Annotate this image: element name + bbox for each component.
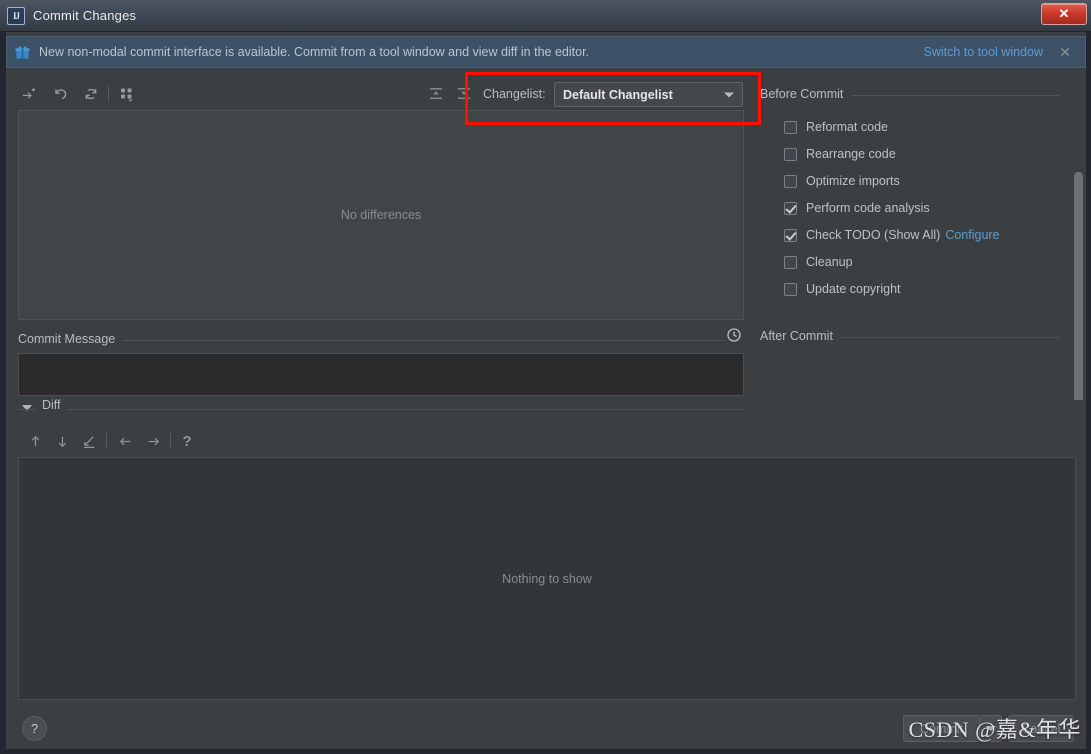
checkbox-rearrange-code[interactable]: Rearrange code [784, 147, 896, 161]
cancel-button[interactable]: Cancel [1008, 715, 1074, 742]
checkbox-box[interactable] [784, 228, 797, 242]
diff-toolbar-separator-1 [106, 433, 107, 449]
notification-close-icon[interactable]: ✕ [1059, 45, 1071, 59]
nothing-to-show-text: Nothing to show [502, 571, 592, 586]
checkbox-box[interactable] [784, 174, 797, 188]
commit-changes-dialog: IJ Commit Changes ✕ New non-modal commit… [0, 0, 1091, 754]
window-title: Commit Changes [33, 8, 137, 23]
checkbox-cleanup[interactable]: Cleanup [784, 255, 853, 269]
diff-divider [18, 409, 744, 410]
next-change-icon[interactable] [142, 430, 164, 452]
next-difference-icon[interactable] [51, 430, 73, 452]
checkbox-update-copyright[interactable]: Update copyright [784, 282, 901, 296]
chevron-down-icon [724, 92, 734, 97]
diff-toolbar-separator-2 [170, 433, 171, 449]
checkbox-label: Optimize imports [806, 174, 900, 188]
checkbox-label: Check TODO (Show All) [806, 228, 941, 242]
help-button[interactable]: ? [22, 716, 47, 741]
no-differences-text: No differences [340, 208, 422, 222]
notification-banner: New non-modal commit interface is availa… [6, 36, 1086, 68]
commit-message-header: Commit Message [18, 327, 744, 348]
window-title-bar: IJ Commit Changes ✕ [0, 0, 1091, 32]
commit-button[interactable]: Commit [903, 715, 980, 742]
show-diff-icon[interactable] [18, 83, 40, 105]
checkbox-box[interactable] [784, 201, 797, 215]
expand-all-icon[interactable] [425, 83, 447, 105]
edit-source-icon[interactable] [78, 430, 100, 452]
gift-icon [15, 45, 30, 60]
checkbox-label: Rearrange code [806, 147, 896, 161]
revert-icon[interactable] [50, 83, 72, 105]
options-scrollbar-thumb[interactable] [1074, 172, 1083, 400]
checkbox-box[interactable] [784, 120, 797, 134]
commit-message-input[interactable] [18, 353, 744, 396]
checkbox-label: Reformat code [806, 120, 888, 134]
checkbox-check-todo[interactable]: Check TODO (Show All) Configure [784, 228, 1000, 242]
checkbox-box[interactable] [784, 255, 797, 269]
commit-message-title: Commit Message [18, 332, 123, 346]
changelist-label: Changelist: [483, 87, 546, 101]
chevron-down-icon[interactable] [22, 405, 32, 411]
commit-options-panel: Before Commit Reformat code Rearrange co… [760, 82, 1086, 400]
commit-dropdown-button[interactable] [980, 715, 1002, 742]
diff-preview-panel[interactable]: Nothing to show [18, 457, 1076, 700]
dialog-bottom-bar: ? Commit Cancel [6, 708, 1086, 749]
switch-to-tool-window-link[interactable]: Switch to tool window [923, 45, 1043, 59]
configure-todo-link[interactable]: Configure [945, 228, 999, 242]
checkbox-label: Cleanup [806, 255, 853, 269]
checkbox-optimize-imports[interactable]: Optimize imports [784, 174, 900, 188]
intellij-logo-icon: IJ [7, 6, 25, 25]
previous-change-icon[interactable] [114, 430, 136, 452]
clock-icon[interactable] [726, 327, 744, 345]
toolbar-separator [108, 86, 109, 102]
commit-message-divider [18, 340, 744, 341]
refresh-icon[interactable] [80, 83, 102, 105]
checkbox-label: Update copyright [806, 282, 901, 296]
after-commit-title: After Commit [760, 329, 841, 343]
diff-help-icon[interactable]: ? [176, 430, 198, 452]
checkbox-box[interactable] [784, 147, 797, 161]
diff-section-header[interactable]: Diff [18, 398, 744, 417]
diff-section-title: Diff [36, 398, 67, 412]
changed-files-panel[interactable]: No differences [18, 110, 744, 320]
changelist-value: Default Changelist [563, 87, 673, 102]
group-by-icon[interactable] [116, 83, 138, 105]
collapse-all-icon[interactable] [453, 83, 475, 105]
chevron-down-icon [985, 726, 996, 731]
checkbox-reformat-code[interactable]: Reformat code [784, 120, 888, 134]
diff-toolbar: ? [18, 427, 744, 455]
checkbox-perform-code-analysis[interactable]: Perform code analysis [784, 201, 930, 215]
previous-difference-icon[interactable] [24, 430, 46, 452]
checkbox-box[interactable] [784, 282, 797, 296]
checkbox-label: Perform code analysis [806, 201, 930, 215]
window-close-button[interactable]: ✕ [1041, 3, 1087, 25]
notification-text: New non-modal commit interface is availa… [39, 45, 590, 59]
changelist-dropdown[interactable]: Default Changelist [554, 82, 743, 107]
before-commit-title: Before Commit [760, 87, 852, 101]
